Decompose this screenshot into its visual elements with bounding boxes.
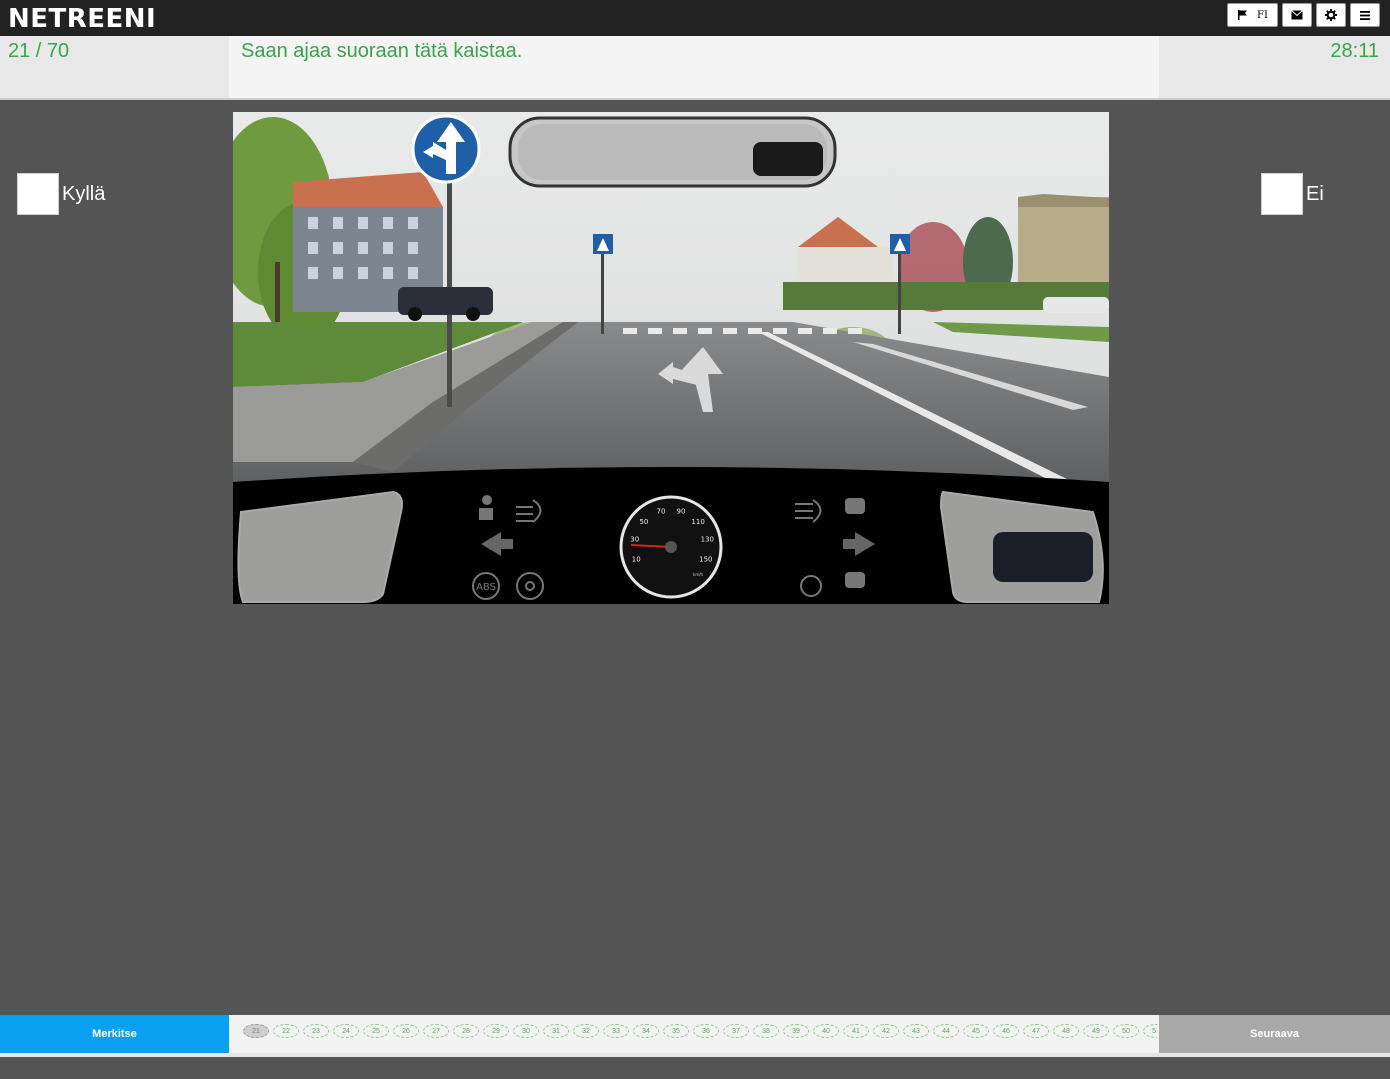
language-button[interactable]: FI: [1227, 3, 1278, 27]
question-nav-item[interactable]: 48: [1053, 1024, 1079, 1038]
question-nav-item[interactable]: 45: [963, 1024, 989, 1038]
bottom-divider: [0, 1053, 1390, 1057]
settings-button[interactable]: [1316, 3, 1346, 27]
mail-icon: [1291, 10, 1303, 20]
flag-icon: [1237, 9, 1249, 21]
driving-scene-image: ABS 10 30 50 70 90 110 130 150 km/h: [233, 112, 1109, 604]
question-nav-item[interactable]: 21: [243, 1024, 269, 1038]
question-nav-item[interactable]: 22: [273, 1024, 299, 1038]
question-text-area: Saan ajaa suoraan tätä kaistaa.: [229, 36, 1159, 98]
question-nav-item[interactable]: 32: [573, 1024, 599, 1038]
message-button[interactable]: [1282, 3, 1312, 27]
divider: [0, 98, 1390, 100]
question-nav-item[interactable]: 33: [603, 1024, 629, 1038]
question-navigator: 21 22 23 24 25 26 27 28 29 30 31 32 33 34 35 36 37 38 39 40…: [231, 1015, 1157, 1053]
speed-tick-label: 90: [677, 507, 686, 515]
question-nav-item[interactable]: 46: [993, 1024, 1019, 1038]
answer-no[interactable]: Ei: [1261, 173, 1324, 215]
question-nav-item[interactable]: 38: [753, 1024, 779, 1038]
language-label: FI: [1257, 9, 1268, 21]
speed-unit: km/h: [693, 572, 704, 577]
countdown-timer: 28:11: [1330, 40, 1379, 62]
top-bar: NETREENI FI: [0, 0, 1390, 36]
bottom-bar: Merkitse 21 22 23 24 25 26 27 28 29 30 31 32 33 34 35 3…: [0, 1015, 1390, 1053]
question-nav-item[interactable]: 47: [1023, 1024, 1049, 1038]
question-nav-item[interactable]: 23: [303, 1024, 329, 1038]
question-nav-item[interactable]: 41: [843, 1024, 869, 1038]
question-nav-item[interactable]: 44: [933, 1024, 959, 1038]
question-nav-item[interactable]: 26: [393, 1024, 419, 1038]
speed-tick-label: 30: [630, 536, 639, 544]
mark-button[interactable]: Merkitse: [0, 1015, 229, 1053]
speed-tick-label: 110: [691, 518, 704, 526]
svg-text:ABS: ABS: [476, 582, 496, 593]
question-nav-item[interactable]: 35: [663, 1024, 689, 1038]
question-nav-item[interactable]: 51: [1143, 1024, 1157, 1038]
question-nav-item[interactable]: 36: [693, 1024, 719, 1038]
question-nav-item[interactable]: 24: [333, 1024, 359, 1038]
answer-yes-checkbox[interactable]: [17, 173, 59, 215]
speed-tick-label: 50: [639, 518, 648, 526]
question-nav-item[interactable]: 30: [513, 1024, 539, 1038]
question-counter: 21 / 70: [8, 40, 70, 62]
question-nav-item[interactable]: 31: [543, 1024, 569, 1038]
question-nav-item[interactable]: 27: [423, 1024, 449, 1038]
answer-yes-label: Kyllä: [62, 182, 106, 205]
speed-tick-label: 150: [699, 556, 712, 564]
menu-icon: [1360, 10, 1370, 20]
next-button[interactable]: Seuraava: [1159, 1015, 1390, 1053]
speed-tick-label: 10: [632, 556, 641, 564]
question-nav-item[interactable]: 34: [633, 1024, 659, 1038]
app-logo: NETREENI: [8, 4, 157, 34]
question-nav-item[interactable]: 42: [873, 1024, 899, 1038]
answer-no-checkbox[interactable]: [1261, 173, 1303, 215]
question-nav-item[interactable]: 37: [723, 1024, 749, 1038]
question-nav-item[interactable]: 39: [783, 1024, 809, 1038]
answer-yes[interactable]: Kyllä: [17, 173, 105, 215]
question-nav-item[interactable]: 28: [453, 1024, 479, 1038]
speed-tick-label: 70: [657, 507, 666, 515]
question-nav-item[interactable]: 49: [1083, 1024, 1109, 1038]
gear-icon: [1325, 9, 1337, 21]
answer-no-label: Ei: [1306, 182, 1324, 205]
question-nav-item[interactable]: 43: [903, 1024, 929, 1038]
question-nav-item[interactable]: 29: [483, 1024, 509, 1038]
question-nav-item[interactable]: 25: [363, 1024, 389, 1038]
question-nav-item[interactable]: 50: [1113, 1024, 1139, 1038]
menu-button[interactable]: [1350, 3, 1380, 27]
question-bar: 21 / 70 Saan ajaa suoraan tätä kaistaa. …: [0, 36, 1390, 98]
speed-tick-label: 130: [701, 536, 714, 544]
question-nav-item[interactable]: 40: [813, 1024, 839, 1038]
question-text: Saan ajaa suoraan tätä kaistaa.: [241, 40, 523, 62]
